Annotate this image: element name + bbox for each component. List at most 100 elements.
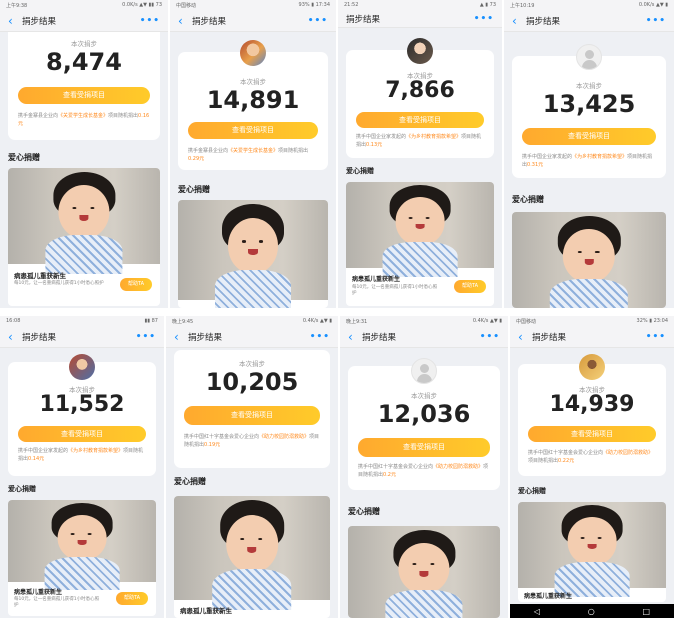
donation-note: 携手中国企业家发起的《为乡村教育捐款希望》项目随机捐出0.14元 [18, 448, 144, 462]
donation-note: 携手中国红十字基金会爱心企业向《助力校园防溺救助》项目随机捐出0.2元 [358, 464, 489, 478]
screenshot-panel-3: 21:52 ▲ ▮ 73 ‹ 捐步结果 ••• 本次捐步 7,866 查看受捐项目… [338, 0, 502, 308]
result-card: 本次捐步 7,866 查看受捐项目 携手中国企业家发起的《为乡村教育捐款希望》项… [346, 38, 494, 158]
project-card[interactable]: 病患孤儿重获新生 每10元，让一名重病孤儿获得1小时悉心照护 帮助TA [346, 182, 494, 306]
donation-note: 携手中国企业家发起的《为乡村教育捐款希望》项目随机捐出0.13元 [356, 134, 482, 148]
nav-header: ‹ 捐步结果 ••• [340, 326, 508, 348]
view-project-button[interactable]: 查看受捐项目 [528, 426, 656, 442]
more-dots-icon[interactable]: ••• [646, 332, 666, 342]
project-photo [512, 212, 666, 308]
status-bar: 21:52 ▲ ▮ 73 [338, 0, 502, 10]
view-project-button[interactable]: 查看受捐项目 [18, 87, 150, 104]
user-avatar-icon [411, 358, 437, 384]
status-indicators: 0.0K/s ▲▼ ▮▮ 73 [122, 2, 162, 8]
view-project-button[interactable]: 查看受捐项目 [184, 406, 320, 425]
steps-count: 14,939 [549, 392, 635, 417]
status-indicators: 32% ▮ 23:04 [636, 318, 668, 324]
back-arrow-icon[interactable]: ‹ [8, 14, 22, 28]
page-title: 捐步结果 [532, 332, 567, 343]
section-title: 爱心捐赠 [518, 487, 546, 495]
status-bar: 上午10:19 0.0K/s ▲▼ ▮ [504, 0, 674, 10]
page-title: 捐步结果 [188, 332, 223, 343]
back-arrow-icon[interactable]: ‹ [178, 14, 192, 28]
screenshot-panel-1: 上午9:38 0.0K/s ▲▼ ▮▮ 73 ‹ 捐步结果 ••• 本次捐步 8,… [0, 0, 168, 308]
more-dots-icon[interactable]: ••• [140, 16, 160, 26]
status-carrier: 中国移动 [176, 2, 197, 9]
result-card: 本次捐步 14,891 查看受捐项目 携手金寨县企业向《关爱学生成长基金》项目随… [178, 40, 328, 170]
status-indicators: ▲ ▮ 73 [479, 2, 496, 8]
donation-note: 携手中国红十字基金会爱心企业向《助力校园防溺救助》项目随机捐出0.22元 [528, 450, 654, 464]
back-arrow-icon[interactable]: ‹ [174, 330, 188, 344]
project-card[interactable] [512, 212, 666, 308]
nav-recents-icon[interactable]: □ [643, 607, 651, 616]
project-photo [178, 200, 328, 308]
nav-header: ‹ 捐步结果 ••• [170, 10, 336, 32]
status-time: 晚上9:45 [172, 318, 194, 325]
screenshot-panel-5: 16:08 ▮▮ 87 ‹ 捐步结果 ••• 本次捐步 11,552 查看受捐项目… [0, 316, 164, 618]
project-card[interactable] [178, 200, 328, 308]
view-project-button[interactable]: 查看受捐项目 [356, 112, 484, 128]
section-title: 爱心捐赠 [512, 195, 544, 204]
project-card[interactable] [348, 526, 500, 618]
help-button[interactable]: 帮助TA [454, 280, 486, 293]
more-dots-icon[interactable]: ••• [480, 332, 500, 342]
more-dots-icon[interactable]: ••• [646, 16, 666, 26]
project-desc: 每10元，让一名重病孤儿获得1小时悉心照护 [14, 597, 100, 609]
status-time: 晚上9:31 [346, 318, 368, 325]
steps-label: 本次捐步 [576, 82, 602, 90]
view-project-button[interactable]: 查看受捐项目 [358, 438, 490, 457]
view-project-button[interactable]: 查看受捐项目 [188, 122, 318, 139]
steps-label: 本次捐步 [411, 392, 437, 400]
status-time: 21:52 [344, 2, 359, 8]
nav-header: ‹ 捐步结果 ••• [338, 10, 502, 28]
section-title: 爱心捐赠 [174, 477, 206, 486]
help-button[interactable]: 帮助TA [120, 278, 152, 291]
nav-header: ‹ 捐步结果 ••• [504, 10, 674, 32]
donation-note: 携手金寨县企业向《关爱学生成长基金》项目随机捐出0.29元 [188, 148, 309, 162]
view-project-button[interactable]: 查看受捐项目 [18, 426, 146, 442]
back-arrow-icon[interactable]: ‹ [348, 330, 362, 344]
result-card: 本次捐步 14,939 查看受捐项目 携手中国红十字基金会爱心企业向《助力校园防… [518, 354, 666, 476]
steps-count: 7,866 [385, 78, 455, 103]
view-project-button[interactable]: 查看受捐项目 [522, 128, 656, 145]
project-card[interactable]: 病患孤儿重获新生 每10元，让一名重病孤儿获得1小时悉心照护 帮助TA [8, 168, 160, 306]
steps-count: 13,425 [542, 90, 636, 118]
status-indicators: 93% ▮ 17:34 [298, 2, 330, 8]
project-photo [8, 500, 156, 591]
nav-header: ‹ 捐步结果 ••• [166, 326, 338, 348]
nav-header: ‹ 捐步结果 ••• [0, 326, 164, 348]
more-dots-icon[interactable]: ••• [136, 332, 156, 342]
steps-label: 本次捐步 [71, 40, 97, 48]
project-card[interactable]: 病患孤儿重获新生 每10元，让一名重病孤儿获得1小时悉心照护 帮助TA [8, 500, 156, 616]
screenshot-panel-6: 晚上9:45 0.4K/s ▲▼ ▮ ‹ 捐步结果 ••• 本次捐步 10,205… [166, 316, 338, 618]
more-dots-icon[interactable]: ••• [308, 16, 328, 26]
more-dots-icon[interactable]: ••• [474, 14, 494, 24]
project-title: 病患孤儿重获新生 [524, 593, 573, 600]
user-avatar [69, 354, 95, 380]
back-arrow-icon[interactable]: ‹ [518, 330, 532, 344]
screenshot-panel-2: 中国移动 93% ▮ 17:34 ‹ 捐步结果 ••• 本次捐步 14,891 查… [170, 0, 336, 308]
user-avatar [240, 40, 266, 66]
project-title: 病患孤儿重获新生 [180, 607, 232, 615]
nav-back-icon[interactable]: ◁ [534, 607, 540, 616]
help-button[interactable]: 帮助TA [116, 592, 148, 605]
section-title: 爱心捐赠 [348, 507, 380, 516]
nav-home-icon[interactable]: ○ [588, 607, 595, 616]
result-card: 本次捐步 8,474 查看受捐项目 携手金寨县企业向《关爱学生成长基金》项目随机… [8, 32, 160, 140]
project-desc: 每10元，让一名重病孤儿获得1小时悉心照护 [352, 285, 438, 297]
result-card: 本次捐步 12,036 查看受捐项目 携手中国红十字基金会爱心企业向《助力校园防… [348, 358, 500, 490]
more-dots-icon[interactable]: ••• [310, 332, 330, 342]
status-indicators: 0.4K/s ▲▼ ▮ [472, 318, 502, 324]
section-title: 爱心捐赠 [178, 185, 210, 194]
status-indicators: 0.0K/s ▲▼ ▮ [638, 2, 668, 8]
project-card[interactable]: 病患孤儿重获新生 [174, 496, 330, 618]
screenshot-panel-7: 晚上9:31 0.4K/s ▲▼ ▮ ‹ 捐步结果 ••• 本次捐步 12,036… [340, 316, 508, 618]
user-avatar-icon [576, 44, 602, 70]
status-bar: 中国移动 32% ▮ 23:04 [510, 316, 674, 326]
project-card[interactable]: 病患孤儿重获新生 [518, 502, 666, 602]
project-photo [348, 526, 500, 618]
back-arrow-icon[interactable]: ‹ [512, 14, 526, 28]
status-carrier: 中国移动 [516, 318, 537, 325]
page-title: 捐步结果 [22, 332, 57, 343]
donation-note: 携手中国红十字基金会爱心企业向《助力校园防溺救助》项目随机捐出0.19元 [184, 434, 320, 448]
back-arrow-icon[interactable]: ‹ [8, 330, 22, 344]
